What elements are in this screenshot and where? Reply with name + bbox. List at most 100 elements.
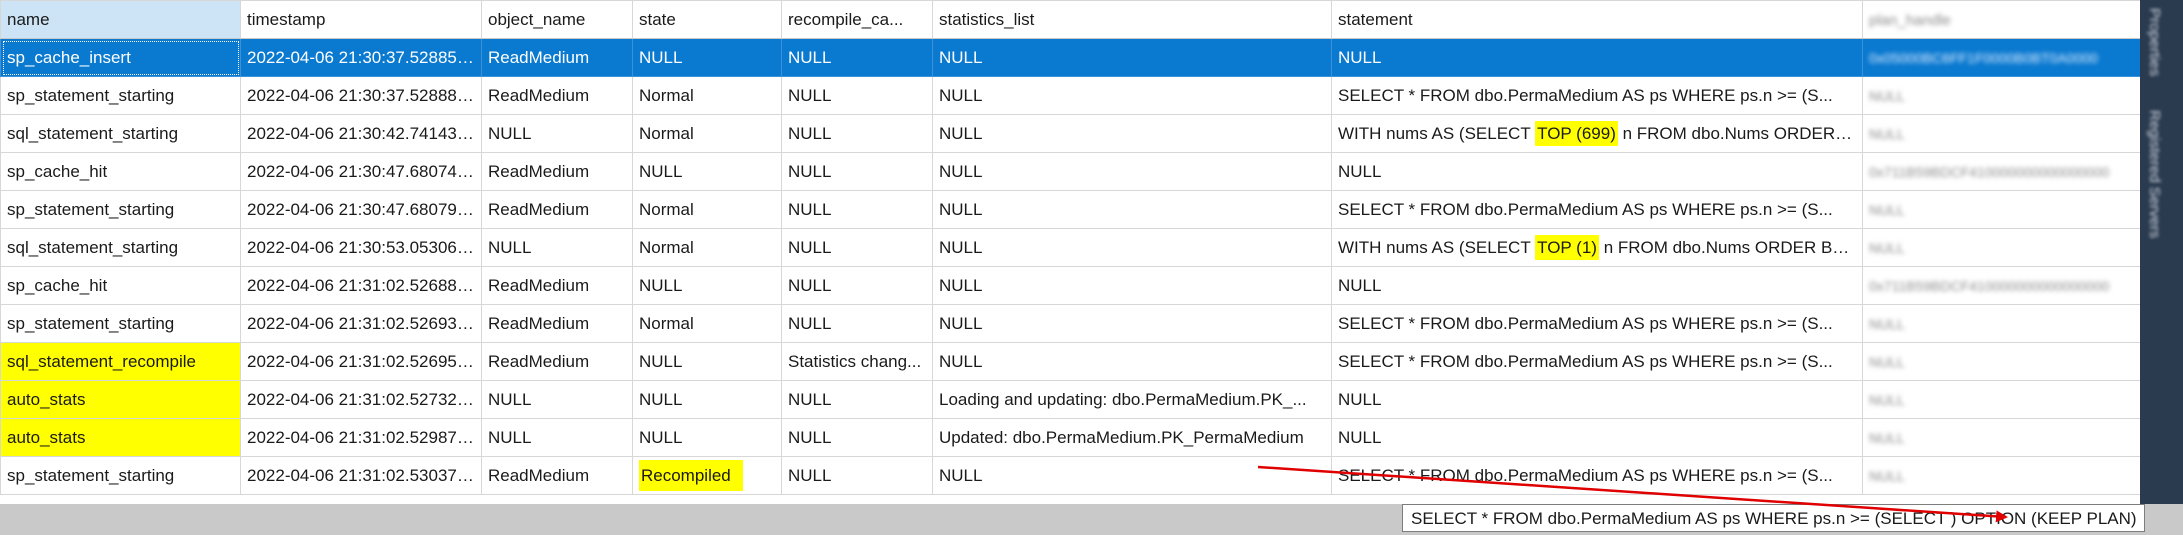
- name-cell[interactable]: auto_stats: [0, 380, 241, 419]
- statement-cell[interactable]: SELECT * FROM dbo.PermaMedium AS ps WHER…: [1331, 304, 1863, 343]
- timestamp-cell[interactable]: 2022-04-06 21:30:53.0530665: [240, 228, 482, 267]
- state-cell[interactable]: Normal: [632, 114, 782, 153]
- recompile-cause-cell[interactable]: NULL: [781, 304, 933, 343]
- statistics-list-cell[interactable]: NULL: [932, 38, 1332, 77]
- col-plan-handle-header[interactable]: plan_handle: [1862, 0, 2140, 39]
- table-row[interactable]: sql_statement_starting 2022-04-06 21:30:4…: [0, 114, 2140, 153]
- state-cell[interactable]: NULL: [632, 266, 782, 305]
- object-name-cell[interactable]: ReadMedium: [481, 190, 633, 229]
- plan-handle-cell[interactable]: NULL: [1862, 228, 2140, 267]
- name-cell[interactable]: sql_statement_recompile: [0, 342, 241, 381]
- table-row[interactable]: auto_stats 2022-04-06 21:31:02.5273280 NUL…: [0, 380, 2140, 419]
- horizontal-scrollbar[interactable]: [0, 504, 1400, 535]
- recompile-cause-cell[interactable]: NULL: [781, 266, 933, 305]
- table-row[interactable]: sp_cache_insert 2022-04-06 21:30:37.52885…: [0, 38, 2140, 77]
- timestamp-cell[interactable]: 2022-04-06 21:30:47.6807937: [240, 190, 482, 229]
- plan-handle-cell[interactable]: NULL: [1862, 190, 2140, 229]
- state-cell[interactable]: Normal: [632, 190, 782, 229]
- table-row[interactable]: sp_statement_starting 2022-04-06 21:31:02…: [0, 304, 2140, 343]
- plan-handle-cell[interactable]: NULL: [1862, 342, 2140, 381]
- statement-cell[interactable]: NULL: [1331, 266, 1863, 305]
- statement-cell[interactable]: SELECT * FROM dbo.PermaMedium AS ps WHER…: [1331, 342, 1863, 381]
- recompile-cause-cell[interactable]: NULL: [781, 418, 933, 457]
- plan-handle-cell[interactable]: 0x711B59BDCF410000000000000000: [1862, 266, 2140, 305]
- registered-servers-tab[interactable]: Registered Servers: [2146, 110, 2163, 238]
- state-cell[interactable]: Recompiled: [632, 456, 782, 495]
- name-cell[interactable]: sql_statement_starting: [0, 114, 241, 153]
- state-cell[interactable]: NULL: [632, 380, 782, 419]
- timestamp-cell[interactable]: 2022-04-06 21:31:02.5303793: [240, 456, 482, 495]
- object-name-cell[interactable]: ReadMedium: [481, 38, 633, 77]
- plan-handle-cell[interactable]: NULL: [1862, 456, 2140, 495]
- object-name-cell[interactable]: NULL: [481, 380, 633, 419]
- table-row[interactable]: sql_statement_recompile 2022-04-06 21:31:…: [0, 342, 2140, 381]
- timestamp-cell[interactable]: 2022-04-06 21:31:02.5269559: [240, 342, 482, 381]
- side-panel-strip[interactable]: Properties Registered Servers: [2140, 0, 2183, 504]
- object-name-cell[interactable]: ReadMedium: [481, 266, 633, 305]
- plan-handle-cell[interactable]: NULL: [1862, 418, 2140, 457]
- table-row[interactable]: sp_cache_hit 2022-04-06 21:30:47.6807486 R…: [0, 152, 2140, 191]
- statement-cell[interactable]: SELECT * FROM dbo.PermaMedium AS ps WHER…: [1331, 190, 1863, 229]
- statistics-list-cell[interactable]: Loading and updating: dbo.PermaMedium.PK…: [932, 380, 1332, 419]
- name-cell[interactable]: sp_cache_insert: [0, 38, 241, 77]
- table-row[interactable]: sp_statement_starting 2022-04-06 21:30:47…: [0, 190, 2140, 229]
- state-cell[interactable]: Normal: [632, 228, 782, 267]
- plan-handle-cell[interactable]: 0x05000BC6FF1F0000B0BT0A0000: [1862, 38, 2140, 77]
- recompile-cause-cell[interactable]: NULL: [781, 152, 933, 191]
- recompile-cause-cell[interactable]: NULL: [781, 456, 933, 495]
- recompile-cause-cell[interactable]: NULL: [781, 228, 933, 267]
- statistics-list-cell[interactable]: NULL: [932, 190, 1332, 229]
- name-cell[interactable]: sql_statement_starting: [0, 228, 241, 267]
- state-cell[interactable]: NULL: [632, 152, 782, 191]
- statistics-list-cell[interactable]: NULL: [932, 456, 1332, 495]
- name-cell[interactable]: sp_cache_hit: [0, 266, 241, 305]
- timestamp-cell[interactable]: 2022-04-06 21:31:02.5268849: [240, 266, 482, 305]
- object-name-cell[interactable]: ReadMedium: [481, 342, 633, 381]
- statistics-list-cell[interactable]: NULL: [932, 114, 1332, 153]
- statement-cell[interactable]: NULL: [1331, 38, 1863, 77]
- name-cell[interactable]: sp_statement_starting: [0, 76, 241, 115]
- name-cell[interactable]: sp_statement_starting: [0, 456, 241, 495]
- object-name-cell[interactable]: NULL: [481, 228, 633, 267]
- object-name-cell[interactable]: NULL: [481, 418, 633, 457]
- name-cell[interactable]: sp_statement_starting: [0, 304, 241, 343]
- statistics-list-cell[interactable]: NULL: [932, 228, 1332, 267]
- statement-cell[interactable]: NULL: [1331, 152, 1863, 191]
- recompile-cause-cell[interactable]: NULL: [781, 76, 933, 115]
- object-name-cell[interactable]: ReadMedium: [481, 304, 633, 343]
- name-cell[interactable]: auto_stats: [0, 418, 241, 457]
- object-name-cell[interactable]: ReadMedium: [481, 152, 633, 191]
- table-row[interactable]: auto_stats 2022-04-06 21:31:02.5298781 NUL…: [0, 418, 2140, 457]
- timestamp-cell[interactable]: 2022-04-06 21:31:02.5269305: [240, 304, 482, 343]
- recompile-cause-cell[interactable]: NULL: [781, 38, 933, 77]
- object-name-cell[interactable]: ReadMedium: [481, 76, 633, 115]
- name-cell[interactable]: sp_cache_hit: [0, 152, 241, 191]
- col-name-header[interactable]: name: [0, 0, 241, 39]
- properties-tab[interactable]: Properties: [2146, 8, 2163, 76]
- statement-cell[interactable]: NULL: [1331, 380, 1863, 419]
- recompile-cause-cell[interactable]: NULL: [781, 380, 933, 419]
- state-cell[interactable]: Normal: [632, 304, 782, 343]
- state-cell[interactable]: NULL: [632, 38, 782, 77]
- table-row[interactable]: sp_cache_hit 2022-04-06 21:31:02.5268849 R…: [0, 266, 2140, 305]
- col-recompile-cause-header[interactable]: recompile_ca...: [781, 0, 933, 39]
- object-name-cell[interactable]: ReadMedium: [481, 456, 633, 495]
- state-cell[interactable]: NULL: [632, 342, 782, 381]
- statistics-list-cell[interactable]: NULL: [932, 266, 1332, 305]
- statement-cell[interactable]: SELECT * FROM dbo.PermaMedium AS ps WHER…: [1331, 456, 1863, 495]
- timestamp-cell[interactable]: 2022-04-06 21:30:47.6807486: [240, 152, 482, 191]
- timestamp-cell[interactable]: 2022-04-06 21:30:37.5288514: [240, 38, 482, 77]
- statement-cell[interactable]: WITH nums AS (SELECT TOP (1) n FROM dbo.…: [1331, 228, 1863, 267]
- statistics-list-cell[interactable]: NULL: [932, 342, 1332, 381]
- col-timestamp-header[interactable]: timestamp: [240, 0, 482, 39]
- timestamp-cell[interactable]: 2022-04-06 21:31:02.5273280: [240, 380, 482, 419]
- results-grid[interactable]: name timestamp object_name state recompile_c…: [0, 0, 2140, 504]
- plan-handle-cell[interactable]: NULL: [1862, 380, 2140, 419]
- plan-handle-cell[interactable]: NULL: [1862, 114, 2140, 153]
- timestamp-cell[interactable]: 2022-04-06 21:30:37.5288867: [240, 76, 482, 115]
- statistics-list-cell[interactable]: Updated: dbo.PermaMedium.PK_PermaMedium: [932, 418, 1332, 457]
- recompile-cause-cell[interactable]: NULL: [781, 114, 933, 153]
- table-row[interactable]: sql_statement_starting 2022-04-06 21:30:5…: [0, 228, 2140, 267]
- plan-handle-cell[interactable]: 0x711B59BDCF410000000000000000: [1862, 152, 2140, 191]
- col-object-name-header[interactable]: object_name: [481, 0, 633, 39]
